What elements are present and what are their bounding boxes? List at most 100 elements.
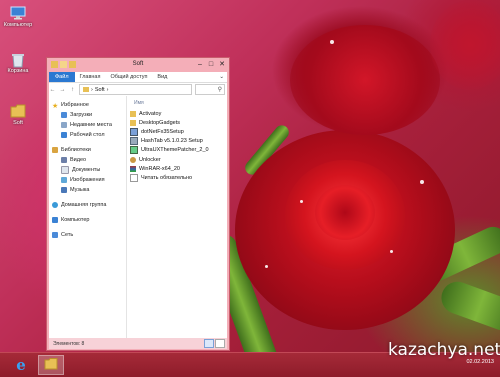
computer-icon [10,6,26,20]
tab-home[interactable]: Главная [75,74,106,80]
file-item-unlocker[interactable]: Unlocker [130,155,224,164]
details-view-icon[interactable] [204,339,214,348]
nav-music[interactable]: Музыка [49,185,126,195]
computer-icon [52,217,58,223]
nav-label: Библиотеки [61,147,91,153]
nav-label: Загрузки [70,112,93,118]
folder-icon [10,104,26,118]
nav-label: Недавние места [70,122,112,128]
file-item-ultrauxthemepatcher[interactable]: UltraUXThemePatcher_2_0 [130,146,224,155]
water-droplet [265,265,268,268]
column-header-name[interactable]: Имя [134,100,224,109]
pictures-icon [61,177,67,183]
file-item-dotnetfx35setup[interactable]: dotNetFx35Setup [130,127,224,136]
desktop-icon-computer[interactable]: Компьютер [0,6,36,28]
nav-label: Компьютер [61,217,90,223]
nav-favorites[interactable]: ★ Избранное [49,100,126,110]
documents-icon [61,166,69,174]
nav-homegroup[interactable]: Домашняя группа [49,200,126,210]
libraries-icon [52,147,58,153]
homegroup-icon [52,202,58,208]
file-name: Activatoy [139,110,162,117]
video-icon [61,157,67,163]
installer-icon [130,127,138,136]
folder-icon [130,110,136,117]
folder-icon [83,87,89,92]
search-input[interactable]: ⚲ [195,84,225,95]
tab-share[interactable]: Общий доступ [105,74,152,80]
nav-libraries[interactable]: Библиотеки [49,145,126,155]
window-caption-buttons: – □ ✕ [196,60,226,69]
file-name: HashTab v5.1.0.23 Setup [141,138,203,145]
status-bar: Элементов: 8 [49,338,227,349]
file-item-winrar[interactable]: WinRAR-x64_20 [130,164,224,173]
downloads-icon [61,112,67,118]
address-bar-row: ← → ↑ › Soft › ⚲ [49,82,227,96]
tab-view[interactable]: Вид [152,74,172,80]
water-droplet [300,200,303,203]
explorer-window[interactable]: Soft – □ ✕ Файл Главная Общий доступ Вид… [46,57,230,351]
water-droplet [420,180,424,184]
desktop-icon-label: Soft [13,120,23,126]
desktop-icon [61,132,67,138]
nav-label: Сеть [61,232,74,238]
file-name: WinRAR-x64_20 [139,165,180,172]
installer-icon [130,137,138,146]
rose-bloom-corner [430,0,500,90]
nav-computer[interactable]: Компьютер [49,215,126,225]
desktop-icon-recycle-bin[interactable]: Корзина [0,52,36,74]
file-name: Unlocker [139,156,161,163]
recycle-bin-icon [10,52,26,68]
minimize-button[interactable]: – [196,60,204,69]
desktop-icon-soft-folder[interactable]: Soft [0,104,36,126]
address-field[interactable]: › Soft › [79,84,192,95]
file-list-pane: Имя Activatoy DesktopGadgets dotNetFx35S… [127,96,227,338]
explorer-content: ★ Избранное Загрузки Недавние места Рабо… [49,96,227,338]
nav-label: Музыка [70,187,90,193]
system-clock[interactable]: 02.02.2013 [466,359,494,366]
forward-arrow-icon[interactable]: → [59,87,66,93]
search-icon: ⚲ [217,87,222,93]
nav-label: Изображения [70,177,105,183]
maximize-button[interactable]: □ [207,60,215,69]
tab-file[interactable]: Файл [49,72,75,82]
file-item-activatoy[interactable]: Activatoy [130,109,224,118]
navigation-pane: ★ Избранное Загрузки Недавние места Рабо… [49,96,127,338]
title-bar[interactable]: Soft – □ ✕ [47,58,229,72]
back-arrow-icon[interactable]: ← [49,87,56,93]
winrar-icon [130,165,136,172]
address-separator: › [106,86,109,93]
water-droplet [330,40,334,44]
nav-downloads[interactable]: Загрузки [49,110,126,120]
desktop-icon-label: Корзина [7,68,29,74]
view-toggle [204,339,225,348]
nav-network[interactable]: Сеть [49,230,126,240]
installer-icon [130,146,138,155]
expand-ribbon-icon[interactable]: ⌄ [216,74,227,80]
water-droplet [390,250,393,253]
music-icon [61,187,67,193]
nav-pictures[interactable]: Изображения [49,175,126,185]
file-item-read-me[interactable]: Читать обязательно [130,173,224,182]
file-item-desktopgadgets[interactable]: DesktopGadgets [130,118,224,127]
nav-label: Рабочий стол [70,132,105,138]
nav-recent-places[interactable]: Недавние места [49,120,126,130]
network-icon [52,232,58,238]
nav-desktop[interactable]: Рабочий стол [49,130,126,140]
file-name: Читать обязательно [141,174,193,181]
nav-documents[interactable]: Документы [49,165,126,175]
rose-bloom-back [290,25,440,135]
taskbar-internet-explorer[interactable]: e [8,355,34,375]
internet-explorer-icon: e [16,356,26,374]
nav-label: Документы [72,167,101,173]
ribbon-tabs: Файл Главная Общий доступ Вид ⌄ [49,72,227,82]
address-separator: › [91,86,93,93]
large-icons-view-icon[interactable] [215,339,225,348]
taskbar-file-explorer[interactable] [38,355,64,375]
nav-video[interactable]: Видео [49,155,126,165]
file-item-hashtab-setup[interactable]: HashTab v5.1.0.23 Setup [130,137,224,146]
nav-label: Избранное [61,102,89,108]
up-arrow-icon[interactable]: ↑ [69,87,76,93]
clock-date: 02.02.2013 [466,359,494,365]
close-button[interactable]: ✕ [218,60,226,69]
